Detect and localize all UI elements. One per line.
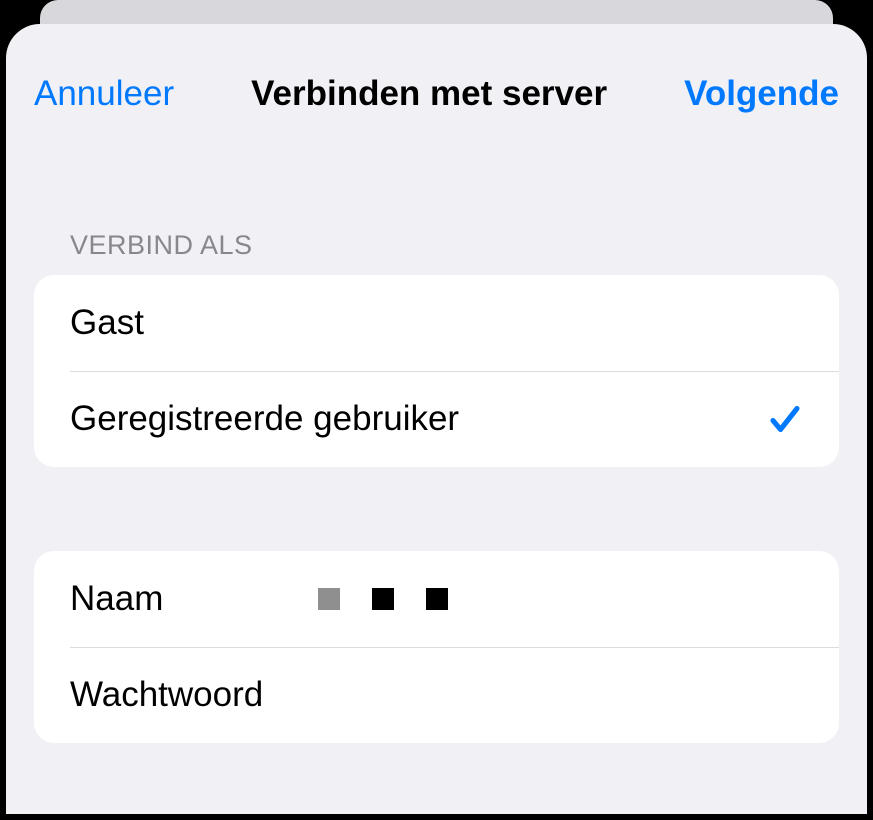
section-header-connect-as: Verbind als — [34, 230, 839, 261]
next-button[interactable]: Volgende — [684, 74, 839, 114]
spacer — [34, 467, 839, 551]
credentials-list: Naam Wachtwoord — [34, 551, 839, 743]
password-input[interactable] — [318, 675, 803, 715]
option-registered-user[interactable]: Geregistreerde gebruiker — [34, 371, 839, 467]
nav-bar: Annuleer Verbinden met server Volgende — [6, 24, 867, 124]
masked-char — [426, 588, 448, 610]
masked-char — [372, 588, 394, 610]
connect-as-list: Gast Geregistreerde gebruiker — [34, 275, 839, 467]
option-guest[interactable]: Gast — [34, 275, 839, 371]
name-label: Naam — [70, 579, 318, 619]
option-guest-label: Gast — [70, 303, 144, 343]
password-row[interactable]: Wachtwoord — [34, 647, 839, 743]
content-area: Verbind als Gast Geregistreerde gebruike… — [6, 230, 867, 743]
page-title: Verbinden met server — [251, 74, 607, 114]
checkmark-icon — [767, 401, 803, 437]
masked-char — [318, 588, 340, 610]
modal-sheet: Annuleer Verbinden met server Volgende V… — [6, 24, 867, 814]
name-row[interactable]: Naam — [34, 551, 839, 647]
cancel-button[interactable]: Annuleer — [34, 74, 174, 114]
name-value — [318, 588, 448, 610]
password-label: Wachtwoord — [70, 675, 318, 715]
option-registered-user-label: Geregistreerde gebruiker — [70, 399, 459, 439]
